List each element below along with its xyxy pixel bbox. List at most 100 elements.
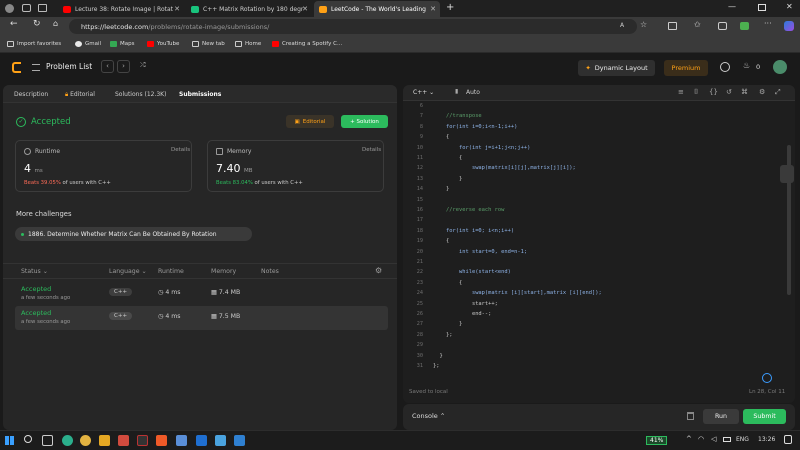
- app-icon-blue[interactable]: [196, 435, 207, 446]
- code-line: for(int i=0;i<n-1;i++): [433, 123, 518, 130]
- minimize-button[interactable]: —: [728, 2, 736, 11]
- browser-profile-icon[interactable]: [5, 4, 14, 13]
- read-aloud-icon[interactable]: A: [620, 22, 624, 29]
- browser-tabs-icon[interactable]: [22, 4, 31, 12]
- extension-icon[interactable]: [740, 22, 749, 30]
- table-row[interactable]: Accepted a few seconds ago C++ ◷ 4 ms ▦ …: [15, 306, 388, 330]
- back-icon[interactable]: ←: [10, 19, 18, 29]
- url-host: https://leetcode.com: [81, 22, 149, 31]
- runtime-details-link[interactable]: Details: [171, 147, 190, 153]
- new-tab-button[interactable]: +: [446, 2, 454, 13]
- prev-problem-button[interactable]: ‹: [101, 60, 114, 73]
- editorial-button[interactable]: ▣ Editorial: [286, 115, 334, 128]
- tray-chevron-icon[interactable]: ^: [686, 435, 692, 443]
- app-icon-dark[interactable]: [137, 435, 148, 446]
- windows-start-icon[interactable]: [5, 436, 14, 445]
- tab-solutions[interactable]: Solutions (12.3K): [115, 91, 166, 98]
- bookmark-icon[interactable]: ⌷: [694, 88, 698, 97]
- collections-icon[interactable]: [718, 22, 727, 30]
- language-column-header[interactable]: Language ⌄: [109, 268, 147, 275]
- line-number: 8: [419, 123, 423, 130]
- home-icon[interactable]: ⌂: [53, 19, 58, 28]
- auto-mode-label[interactable]: Auto: [466, 89, 480, 96]
- browser-tab-leetcode[interactable]: LeetCode - The World's Leading ✕: [314, 1, 440, 17]
- app-icon-red[interactable]: [118, 435, 129, 446]
- input-language[interactable]: ENG: [736, 436, 749, 443]
- browser-tab-youtube[interactable]: Lecture 38: Rotate Image | Rotat ✕: [58, 1, 184, 17]
- tab-description[interactable]: Description: [14, 91, 48, 98]
- copilot-icon[interactable]: [784, 21, 794, 31]
- memory-details-link[interactable]: Details: [362, 147, 381, 153]
- shortcuts-icon[interactable]: ⌘: [741, 88, 748, 96]
- submit-button[interactable]: Submit: [743, 409, 786, 424]
- dynamic-layout-label: Dynamic Layout: [594, 64, 648, 72]
- battery-icon[interactable]: [723, 437, 731, 442]
- console-toggle[interactable]: Console ⌃: [412, 412, 445, 420]
- bookmark-gmail[interactable]: Gmail: [75, 41, 101, 47]
- edge-icon[interactable]: [62, 435, 73, 446]
- close-icon[interactable]: ✕: [174, 5, 180, 13]
- notifications-icon[interactable]: [784, 435, 792, 444]
- bookmark-maps[interactable]: Maps: [110, 41, 134, 47]
- shuffle-icon[interactable]: ⤮: [140, 61, 146, 70]
- clock-time[interactable]: 13:26: [758, 436, 775, 443]
- language-select[interactable]: C++ ⌄: [413, 89, 434, 96]
- vscode-icon[interactable]: [234, 435, 245, 446]
- memory-card[interactable]: Memory Details 7.40 MB Beats 83.04% of u…: [207, 140, 384, 192]
- premium-button[interactable]: Premium: [664, 60, 708, 76]
- close-icon[interactable]: ✕: [430, 5, 436, 13]
- reset-icon[interactable]: ↺: [726, 88, 732, 96]
- volume-icon[interactable]: ◁: [711, 435, 716, 443]
- close-window-button[interactable]: ✕: [786, 2, 793, 11]
- url-field[interactable]: https://leetcode.com/problems/rotate-ima…: [69, 19, 637, 34]
- battery-indicator[interactable]: 41%: [646, 436, 668, 445]
- refresh-icon[interactable]: ↻: [33, 19, 41, 29]
- wifi-icon[interactable]: ◠: [698, 435, 704, 443]
- browser-tab-chatgpt[interactable]: C++ Matrix Rotation by 180 degr ✕: [186, 1, 312, 17]
- table-row[interactable]: Accepted a few seconds ago C++ ◷ 4 ms ▦ …: [15, 282, 388, 306]
- next-problem-button[interactable]: ›: [117, 60, 130, 73]
- add-solution-button[interactable]: + Solution: [341, 115, 388, 128]
- line-number: 28: [416, 331, 423, 338]
- settings-gear-icon[interactable]: ⚙: [375, 266, 382, 275]
- search-icon[interactable]: [24, 435, 32, 443]
- line-number: 18: [416, 227, 423, 234]
- run-button[interactable]: Run: [703, 409, 739, 424]
- runtime-card[interactable]: Runtime Details 4 ms Beats 39.05% of use…: [15, 140, 192, 192]
- chat-bubble-icon[interactable]: [762, 373, 772, 383]
- bookmark-home[interactable]: Home: [235, 41, 261, 47]
- settings-gear-icon[interactable]: ⚙: [759, 88, 765, 96]
- problem-list-link[interactable]: Problem List: [46, 62, 92, 71]
- alarm-icon[interactable]: [720, 62, 730, 72]
- app-icon-orange[interactable]: [156, 435, 167, 446]
- task-view-icon[interactable]: [42, 435, 53, 446]
- close-icon[interactable]: ✕: [302, 5, 308, 13]
- split-screen-icon[interactable]: [668, 22, 677, 30]
- leetcode-logo-icon[interactable]: [12, 62, 21, 73]
- challenge-chip[interactable]: 1886. Determine Whether Matrix Can Be Ob…: [15, 227, 252, 241]
- bookmark-youtube[interactable]: YouTube: [147, 41, 179, 47]
- dynamic-layout-button[interactable]: ✦ Dynamic Layout: [578, 60, 655, 76]
- bookmark-spotify[interactable]: Creating a Spotify C...: [272, 41, 342, 47]
- favorite-star-icon[interactable]: ☆: [640, 20, 647, 29]
- braces-icon[interactable]: {}: [709, 88, 718, 96]
- file-explorer-icon[interactable]: [99, 435, 110, 446]
- expand-icon[interactable]: ⤢: [775, 88, 781, 97]
- favorites-icon[interactable]: ✩: [694, 20, 701, 29]
- browser-workspaces-icon[interactable]: [38, 4, 47, 12]
- bookmark-import-favorites[interactable]: Import favorites: [7, 41, 61, 47]
- tab-submissions[interactable]: Submissions: [179, 91, 221, 98]
- photos-icon[interactable]: [215, 435, 226, 446]
- format-icon[interactable]: ≡: [678, 88, 684, 96]
- code-area[interactable]: 67 //transpose 8 for(int i=0;i<n-1;i++) 9 …: [403, 103, 783, 378]
- trash-icon[interactable]: [687, 412, 694, 420]
- chrome-icon[interactable]: [80, 435, 91, 446]
- avatar[interactable]: [773, 60, 787, 74]
- bookmark-new-tab[interactable]: New tab: [192, 41, 225, 47]
- store-icon[interactable]: [176, 435, 187, 446]
- more-menu-icon[interactable]: ···: [764, 19, 772, 28]
- tab-editorial[interactable]: 🔒︎ Editorial: [65, 91, 95, 99]
- status-column-header[interactable]: Status ⌄: [21, 268, 48, 275]
- maximize-button[interactable]: [758, 4, 766, 11]
- notes-sidebar-icon[interactable]: [780, 165, 794, 183]
